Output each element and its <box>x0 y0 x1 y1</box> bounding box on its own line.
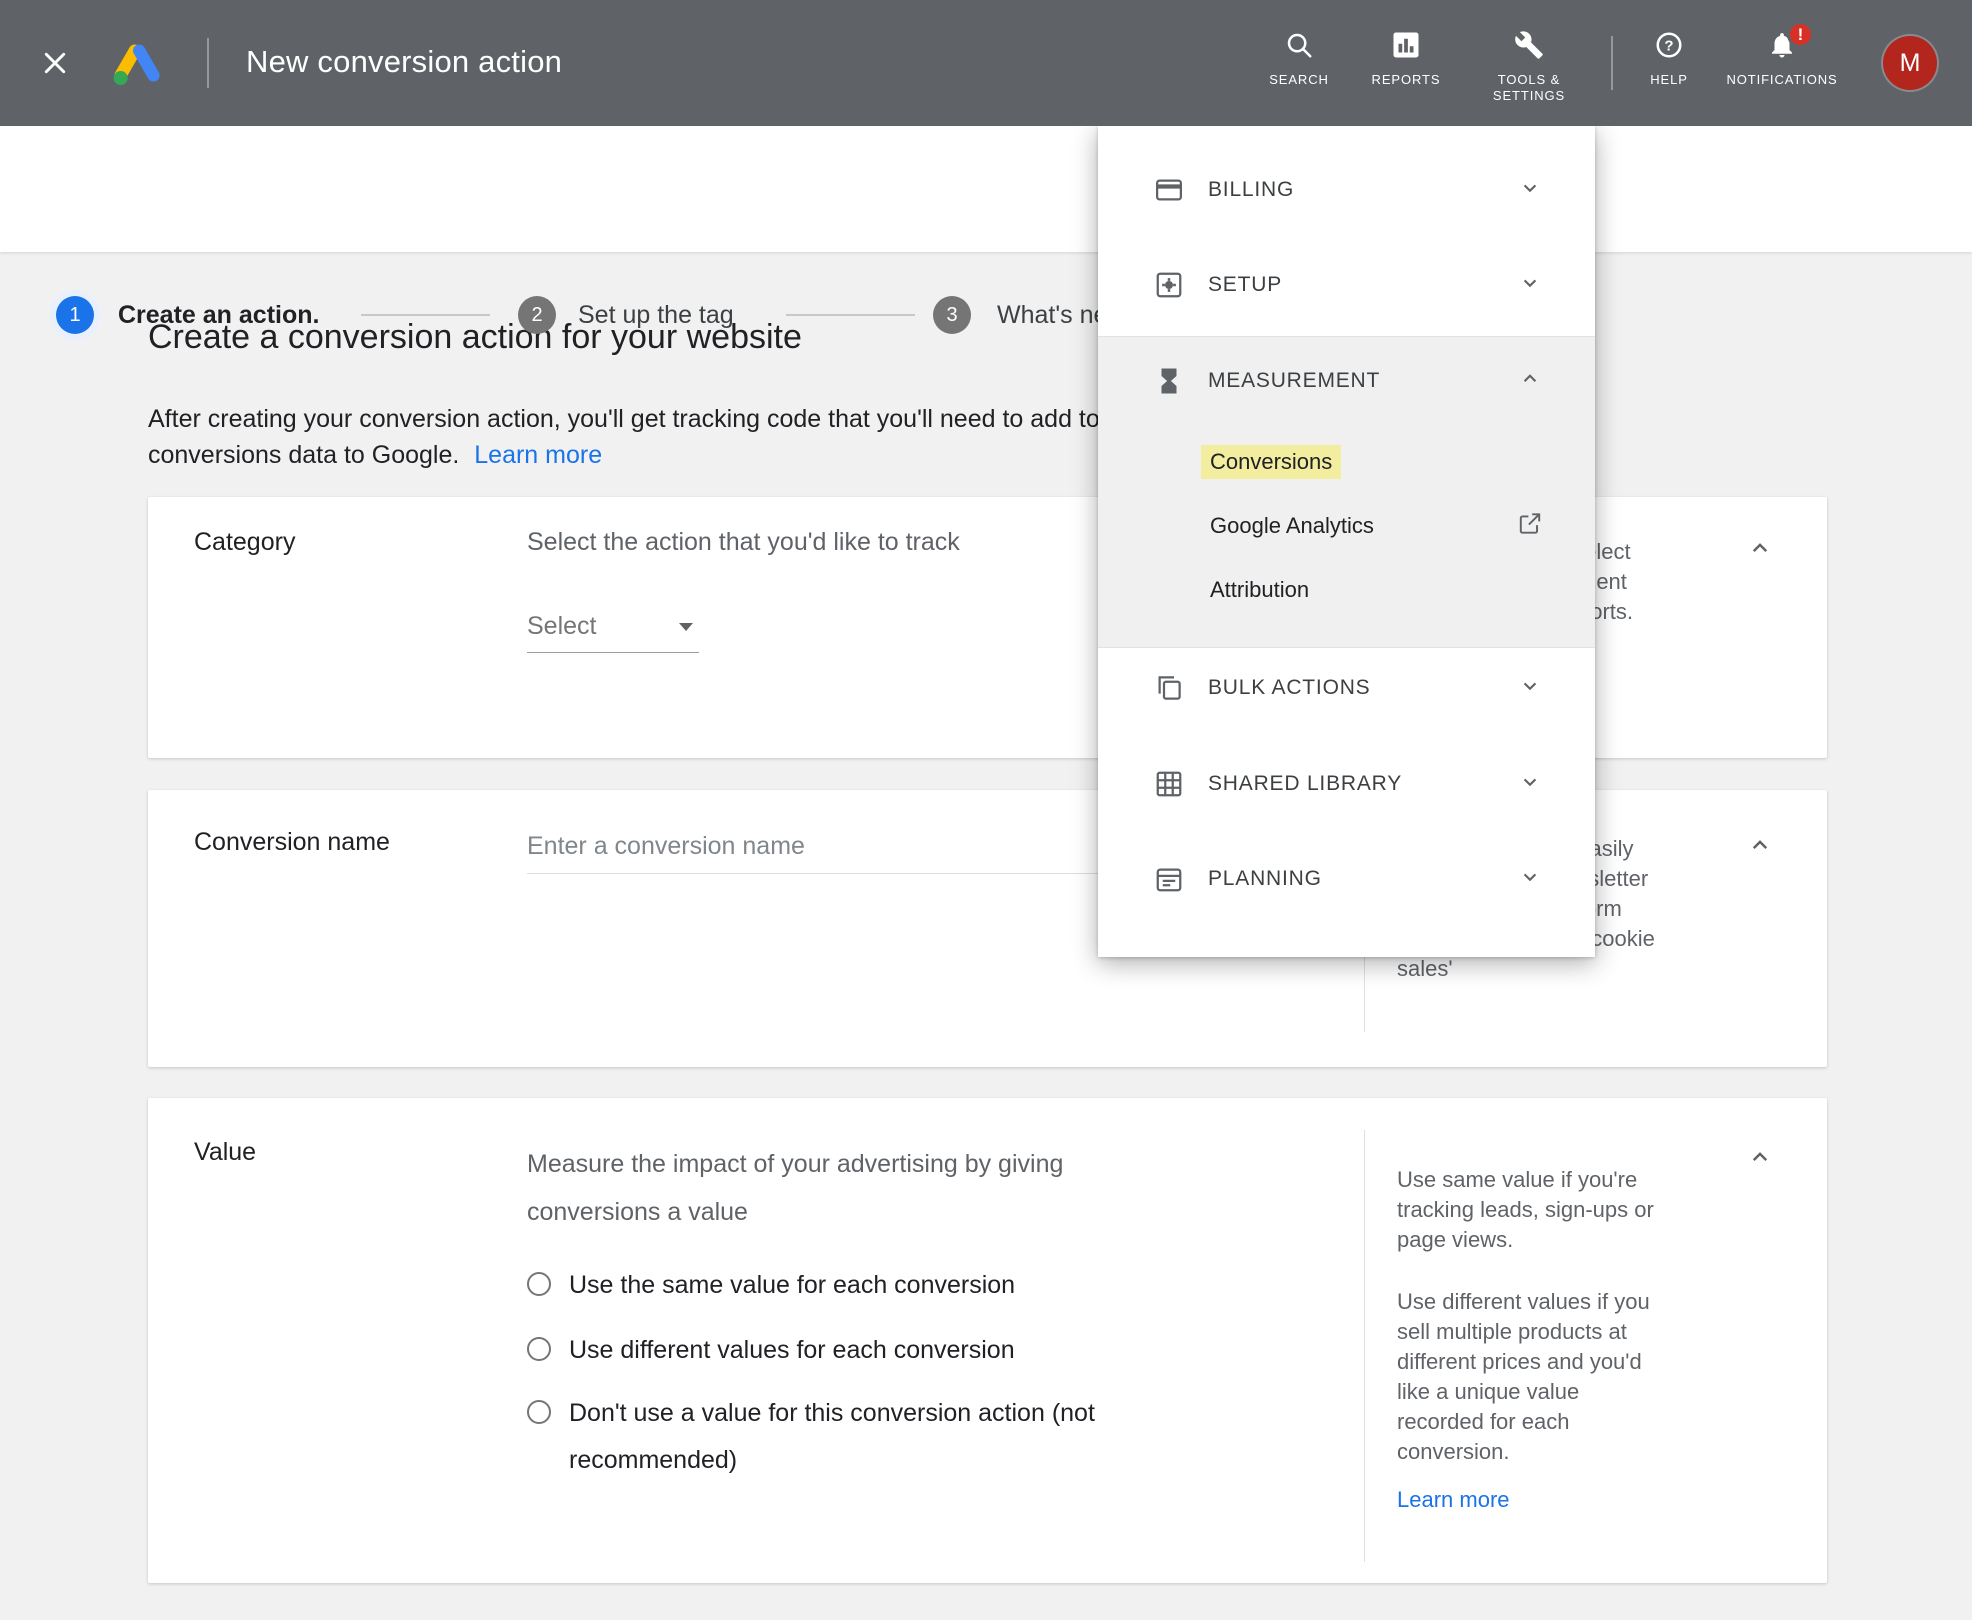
menu-item-billing-label: BILLING <box>1208 178 1294 202</box>
google-ads-logo-icon <box>108 38 166 88</box>
menu-item-planning-label: PLANNING <box>1208 867 1322 891</box>
intro-text-line2: conversions data to Google. Learn more <box>148 438 602 472</box>
value-option-different-label: Use different values for each conversion <box>569 1327 1015 1374</box>
top-app-bar: New conversion action SEARCH REPORTS TOO… <box>0 0 1972 126</box>
tools-settings-button[interactable]: TOOLS & SETTINGS <box>1459 30 1599 104</box>
help-icon: ? <box>1654 30 1684 60</box>
radio-icon <box>527 1272 551 1296</box>
menu-item-google-analytics-label: Google Analytics <box>1210 513 1374 539</box>
topbar-divider <box>207 38 209 88</box>
wrench-icon <box>1514 30 1544 60</box>
conversion-name-collapse-button[interactable] <box>1745 830 1775 865</box>
value-option-same-label: Use the same value for each conversion <box>569 1262 1015 1309</box>
menu-item-bulk-actions[interactable]: BULK ACTIONS <box>1098 650 1595 726</box>
chevron-down-icon <box>1517 864 1543 895</box>
page-title: New conversion action <box>246 44 562 80</box>
step-connector <box>361 314 490 316</box>
value-option-none-label: Don't use a value for this conversion ac… <box>569 1390 1209 1484</box>
google-ads-logo <box>108 38 166 93</box>
chevron-up-icon <box>1745 830 1775 860</box>
close-button[interactable] <box>40 48 70 83</box>
menu-item-shared-library[interactable]: SHARED LIBRARY <box>1098 746 1595 822</box>
category-prompt: Select the action that you'd like to tra… <box>527 528 960 557</box>
chevron-down-icon <box>1517 769 1543 800</box>
category-collapse-button[interactable] <box>1745 533 1775 568</box>
value-help-paragraph2: Use different values if you sell multipl… <box>1397 1287 1655 1467</box>
reports-icon <box>1391 30 1421 60</box>
shared-library-icon <box>1154 769 1184 799</box>
notifications-label: NOTIFICATIONS <box>1712 72 1852 88</box>
menu-item-conversions-label: Conversions <box>1201 445 1341 479</box>
search-icon <box>1284 30 1314 60</box>
category-select[interactable]: Select <box>527 601 699 653</box>
planning-icon <box>1154 864 1184 894</box>
value-option-none[interactable]: Don't use a value for this conversion ac… <box>527 1390 1209 1484</box>
value-card: Value Measure the impact of your adverti… <box>148 1098 1827 1583</box>
stepper: 1 Create an action. 2 Set up the tag 3 W… <box>0 126 1972 252</box>
tools-settings-menu: BILLING SETUP MEASUREMENT Conversions Go… <box>1098 126 1595 957</box>
value-help-text: Use same value if you're tracking leads,… <box>1397 1165 1655 1515</box>
chevron-down-icon <box>1517 673 1543 704</box>
close-icon <box>40 48 70 78</box>
intro-learn-more-link[interactable]: Learn more <box>474 441 602 469</box>
measurement-icon <box>1154 366 1184 396</box>
menu-item-conversions[interactable]: Conversions <box>1098 434 1595 490</box>
step-connector <box>786 314 915 316</box>
step-1-label[interactable]: Create an action. <box>118 300 319 330</box>
chevron-up-icon <box>1745 533 1775 563</box>
value-collapse-button[interactable] <box>1745 1142 1775 1177</box>
conversion-name-card-label: Conversion name <box>194 828 390 857</box>
notification-badge: ! <box>1787 21 1814 48</box>
setup-icon <box>1154 270 1184 300</box>
category-card-label: Category <box>194 528 295 557</box>
menu-item-shared-library-label: SHARED LIBRARY <box>1208 772 1402 796</box>
chevron-down-icon <box>1517 175 1543 206</box>
chevron-up-icon <box>1745 1142 1775 1172</box>
menu-item-planning[interactable]: PLANNING <box>1098 841 1595 917</box>
step-1-circle[interactable]: 1 <box>56 296 94 334</box>
menu-item-google-analytics[interactable]: Google Analytics <box>1098 498 1595 554</box>
radio-icon <box>527 1400 551 1424</box>
menu-item-measurement[interactable]: MEASUREMENT <box>1098 343 1595 419</box>
radio-icon <box>527 1337 551 1361</box>
billing-icon <box>1154 175 1184 205</box>
reports-label: REPORTS <box>1336 72 1476 88</box>
menu-item-setup[interactable]: SETUP <box>1098 247 1595 323</box>
step-3-circle[interactable]: 3 <box>933 296 971 334</box>
value-prompt: Measure the impact of your advertising b… <box>527 1140 1187 1236</box>
bulk-actions-icon <box>1154 673 1184 703</box>
step-2-label[interactable]: Set up the tag <box>578 300 734 330</box>
menu-item-measurement-label: MEASUREMENT <box>1208 369 1380 393</box>
menu-item-setup-label: SETUP <box>1208 273 1282 297</box>
chevron-up-icon <box>1517 366 1543 397</box>
chevron-down-icon <box>1517 270 1543 301</box>
menu-item-bulk-actions-label: BULK ACTIONS <box>1208 676 1370 700</box>
value-help-paragraph1: Use same value if you're tracking leads,… <box>1397 1165 1655 1255</box>
value-option-same[interactable]: Use the same value for each conversion <box>527 1262 1015 1309</box>
card-divider <box>1364 1130 1365 1562</box>
avatar[interactable]: M <box>1883 36 1937 90</box>
tools-settings-label: TOOLS & SETTINGS <box>1481 72 1577 104</box>
menu-item-attribution-label: Attribution <box>1210 577 1309 603</box>
value-card-label: Value <box>194 1138 256 1167</box>
menu-item-attribution[interactable]: Attribution <box>1098 562 1595 618</box>
menu-item-billing[interactable]: BILLING <box>1098 152 1595 228</box>
category-select-value: Select <box>527 612 596 640</box>
dropdown-caret-icon <box>679 623 693 631</box>
intro-text-line2-text: conversions data to Google. <box>148 441 459 469</box>
notifications-button[interactable]: ! NOTIFICATIONS <box>1712 30 1852 88</box>
svg-text:?: ? <box>1664 37 1673 54</box>
external-link-icon <box>1517 511 1543 542</box>
value-option-different[interactable]: Use different values for each conversion <box>527 1327 1015 1374</box>
value-learn-more-link[interactable]: Learn more <box>1397 1487 1510 1512</box>
step-2-circle[interactable]: 2 <box>518 296 556 334</box>
reports-button[interactable]: REPORTS <box>1336 30 1476 88</box>
